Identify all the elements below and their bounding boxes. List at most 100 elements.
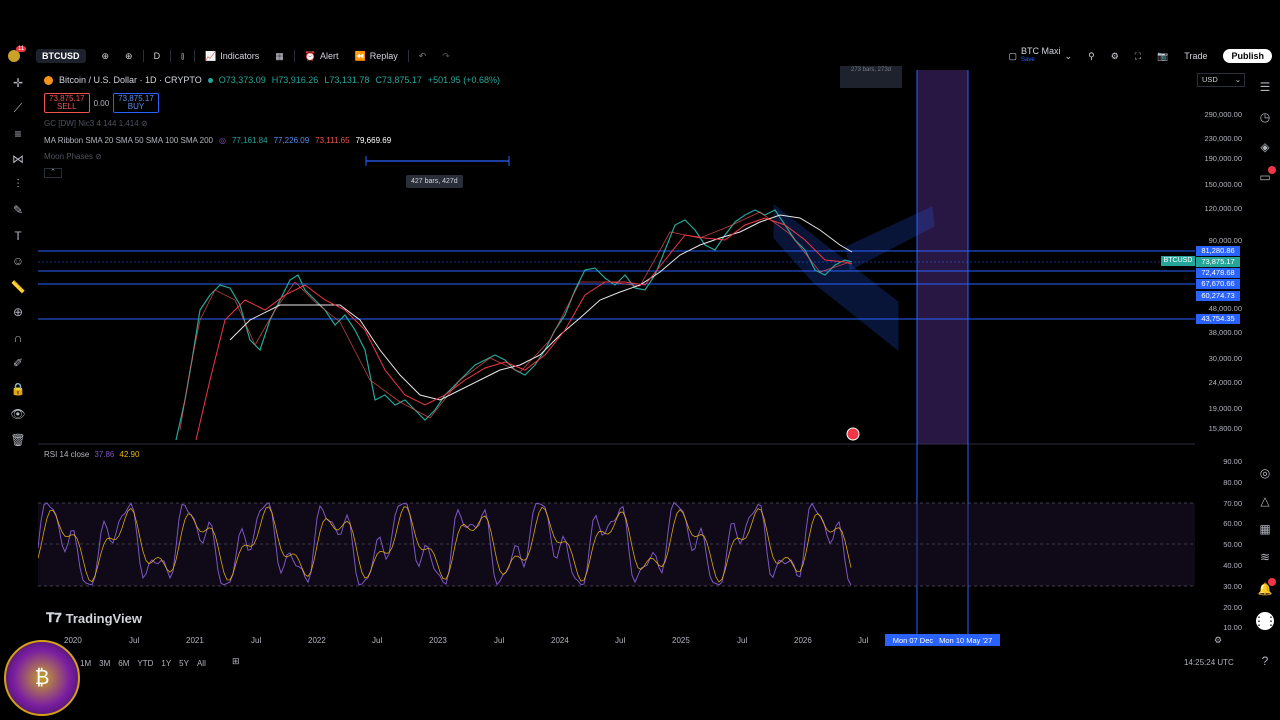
sell-button[interactable]: 73,875.17 SELL [44,93,90,113]
delete-tool[interactable]: 🗑 [0,427,36,453]
settings-button[interactable]: ⚙ [1103,46,1127,66]
price-level-label: 72,478.68 [1196,268,1240,278]
undo-button[interactable]: ↶ [411,46,435,66]
chart-type-button[interactable]: ⫾ [173,46,192,66]
rsi-tick: 10.00 [1223,623,1242,633]
brush-tool[interactable]: ✎ [0,198,36,224]
add-symbol-button[interactable]: ⊕ [117,46,141,66]
range-button-1y[interactable]: 1Y [161,659,171,668]
price-tick: 190,000.00 [1204,154,1242,163]
range-button-5y[interactable]: 5Y [179,659,189,668]
redo-button[interactable]: ↷ [434,46,458,66]
ma-value-4: 79,669.69 [355,136,392,145]
layout-button[interactable]: ▢ BTC Maxi Save ⌄ [1001,46,1081,66]
zoom-tool[interactable]: ⊕ [0,300,36,326]
top-measure-tooltip: 273 bars, 273d [840,66,902,88]
forecast-tool[interactable]: ⫶ [0,172,36,198]
symbol-search[interactable]: BTCUSD [28,46,94,66]
fullscreen-icon: ⛶ [1134,50,1142,61]
hidden-eye-icon: ⊘ [140,119,148,128]
quick-search-button[interactable]: ⚲ [1080,46,1103,66]
help-button[interactable]: ? [1250,650,1280,672]
spread: 0.00 [93,98,110,108]
camera-icon: 📷 [1157,50,1169,61]
symbol-price-flag: BTCUSD [1161,256,1195,266]
time-tick: Jul [251,636,262,645]
alert-button[interactable]: ⏰ Alert [297,46,347,66]
compare-button[interactable]: ⊕ [94,46,118,66]
ohlc-open: O73,373.09 [218,75,266,85]
ohlc-change: +501.95 (+0.68%) [427,75,500,85]
chat-button[interactable]: ▭ [1250,166,1280,188]
pattern-tool[interactable]: ⋈ [0,147,36,173]
trade-button[interactable]: Trade [1176,46,1215,66]
rsi-legend[interactable]: RSI 14 close 37.86 42.90 [44,450,139,459]
moon-phases-row[interactable]: Moon Phases ⊘ [44,152,102,161]
interval-button[interactable]: D [146,46,169,66]
price-level-label: 81,280.86 [1196,246,1240,256]
symbol-title: Bitcoin / U.S. Dollar · 1D · CRYPTO [59,75,202,85]
utc-clock[interactable]: 14:25:24 UTC [1184,658,1234,667]
price-chart[interactable] [38,70,1250,650]
alerts-panel-button[interactable]: ◷ [1250,106,1280,128]
emoji-tool[interactable]: ☺ [0,249,36,275]
range-button-all[interactable]: All [197,659,206,668]
templates-button[interactable]: ▦ [267,46,292,66]
keep-drawing-tool[interactable]: ✐ [0,351,36,377]
calendar-button[interactable]: ▦ [1250,518,1280,540]
date-picker-button[interactable]: ⊞ [232,656,240,667]
currency-select[interactable]: USD ⌄ [1197,73,1245,87]
fullscreen-button[interactable]: ⛶ [1127,46,1149,66]
text-tool[interactable]: T [0,223,36,249]
range-button-3m[interactable]: 3M [99,659,110,668]
price-tick: 30,000.00 [1208,354,1242,363]
chat-badge [1268,166,1276,174]
descending-channel[interactable] [773,203,899,352]
ideas-button[interactable]: △ [1250,490,1280,512]
notifications-button[interactable]: 🔔 [1250,578,1280,600]
watchlist-button[interactable]: ☰ [1250,76,1280,98]
price-tick: 15,800.00 [1208,424,1242,433]
help-icon: ? [1261,654,1269,668]
time-axis-settings-button[interactable]: ⚙ [1214,635,1222,646]
time-tick: Jul [737,636,748,645]
buy-button[interactable]: 73,875.17 BUY [113,93,159,113]
replay-button[interactable]: ⏪ Replay [346,46,405,66]
price-tick: 24,000.00 [1208,378,1242,387]
plus-icon: ⊕ [125,50,133,61]
range-button-1m[interactable]: 1M [80,659,91,668]
data-window-button[interactable]: ◈ [1250,136,1280,158]
publish-button[interactable]: Publish [1215,46,1280,66]
measure-tool[interactable]: 📏 [0,274,36,300]
magnet-tool[interactable]: ∩ [0,325,36,351]
rsi-tick: 80.00 [1223,477,1242,487]
ma-value-1: 77,161.84 [231,136,268,145]
hide-tool[interactable]: 👁 [0,402,36,428]
collapse-legend-button[interactable]: ⌃ [44,168,62,178]
lock-tool[interactable]: 🔒 [0,376,36,402]
divider [193,50,195,62]
apps-button[interactable]: ⋮⋮ [1250,610,1280,632]
time-tick: 2025 [672,636,690,645]
target-marker[interactable] [846,427,860,441]
symbol-row[interactable]: Bitcoin / U.S. Dollar · 1D · CRYPTO O73,… [44,74,500,86]
snapshot-button[interactable]: 📷 [1149,46,1176,66]
streams-button[interactable]: ≋ [1250,546,1280,568]
range-button-ytd[interactable]: YTD [137,659,153,668]
ma-value-2: 77,226.09 [273,136,310,145]
buy-label: BUY [127,102,145,111]
signal-icon: ≋ [1259,550,1271,564]
target-button[interactable]: ◎ [1250,462,1280,484]
crosshair-tool[interactable]: ✛ [0,70,36,96]
gc-indicator-row[interactable]: GC [DW] Nic3 4 144 1.414 ⊘ [44,119,148,128]
trendline-tool[interactable]: ⟋ [0,96,36,122]
ma-ribbon-label: MA Ribbon SMA 20 SMA 50 SMA 100 SMA 200 [44,136,213,145]
fib-tool[interactable]: ≡ [0,121,36,147]
ma-ribbon-row[interactable]: MA Ribbon SMA 20 SMA 50 SMA 100 SMA 200 … [44,136,391,145]
market-status-dot [207,77,213,83]
range-button-6m[interactable]: 6M [118,659,129,668]
apps-grid-icon: ⋮⋮ [1253,612,1277,630]
profile-button[interactable]: 11 [0,46,28,66]
redo-icon: ↷ [442,50,450,61]
indicators-button[interactable]: 📈 Indicators [197,46,267,66]
